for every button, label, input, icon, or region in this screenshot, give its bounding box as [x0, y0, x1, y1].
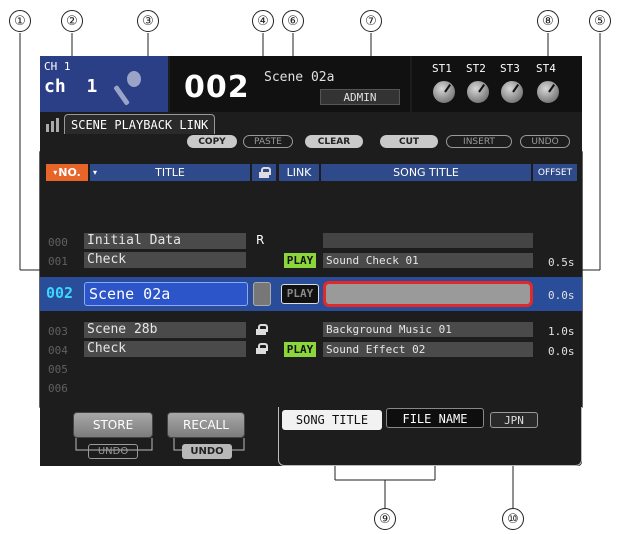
- clear-button[interactable]: CLEAR: [305, 135, 363, 148]
- cut-button[interactable]: CUT: [380, 135, 438, 148]
- scene-number: 001: [48, 255, 68, 268]
- tab-scene-playback-link[interactable]: SCENE PLAYBACK LINK: [64, 114, 216, 134]
- callout-3: ③: [137, 10, 159, 32]
- channel-box[interactable]: CH 1 ch 1: [40, 56, 168, 112]
- meter-icon: [46, 118, 59, 132]
- undo-button[interactable]: UNDO: [520, 135, 570, 148]
- callout-7: ⑦: [360, 10, 382, 32]
- callout-10: ⑩: [502, 508, 524, 530]
- channel-name-number: 1: [86, 76, 98, 97]
- scene-lock-toggle[interactable]: [253, 282, 271, 306]
- offset-value[interactable]: 1.0s: [548, 325, 575, 338]
- song-title-field[interactable]: Sound Check 01: [323, 253, 533, 268]
- channel-prefix: CH: [44, 60, 58, 73]
- file-name-display-button[interactable]: FILE NAME: [386, 408, 484, 428]
- channel-number: 1: [63, 60, 71, 73]
- song-title-field[interactable]: [323, 233, 533, 248]
- offset-value[interactable]: 0.5s: [548, 256, 575, 269]
- insert-button[interactable]: INSERT: [446, 135, 512, 148]
- callout-4: ④: [252, 10, 274, 32]
- store-undo-button[interactable]: UNDO: [88, 444, 138, 459]
- scene-title-field-selected[interactable]: Scene 02a: [84, 282, 248, 306]
- no-column-header[interactable]: ▾ NO.: [46, 164, 88, 181]
- title-column-header[interactable]: ▾ TITLE: [90, 164, 250, 181]
- microphone-icon: [114, 71, 141, 105]
- st1-knob[interactable]: [432, 80, 456, 104]
- st3-knob[interactable]: [500, 80, 524, 104]
- scene-number: 004: [48, 344, 68, 357]
- callout-8: ⑧: [537, 10, 559, 32]
- callout-6: ⑥: [282, 10, 304, 32]
- scene-number-selected: 002: [46, 284, 74, 302]
- song-title-field-editing[interactable]: [323, 281, 533, 307]
- paste-button[interactable]: PASTE: [243, 135, 293, 148]
- st1-label: ST1: [432, 62, 452, 75]
- scene-number: 006: [48, 382, 68, 395]
- lock-column-header[interactable]: [252, 164, 276, 181]
- song-title-column-header: SONG TITLE: [321, 164, 531, 181]
- read-only-flag: R: [256, 233, 265, 247]
- st4-knob[interactable]: [536, 80, 560, 104]
- callout-5: ⑤: [589, 10, 611, 32]
- callout-2: ②: [61, 10, 83, 32]
- st4-label: ST4: [536, 62, 556, 75]
- callout-9: ⑨: [374, 508, 396, 530]
- scene-name-display: Scene 02a: [264, 70, 335, 85]
- jpn-button[interactable]: JPN: [490, 412, 538, 428]
- scene-number-display: 002: [184, 70, 250, 105]
- offset-column-header: OFFSET: [533, 164, 577, 181]
- store-button[interactable]: STORE: [73, 412, 153, 438]
- scene-header[interactable]: 002 Scene 02a ADMIN: [170, 56, 410, 112]
- song-title-field[interactable]: Sound Effect 02: [323, 342, 533, 357]
- st3-label: ST3: [500, 62, 520, 75]
- play-link-toggle[interactable]: PLAY: [281, 284, 319, 304]
- song-title-display-button[interactable]: SONG TITLE: [282, 410, 382, 430]
- song-title-field[interactable]: Background Music 01: [323, 322, 533, 337]
- copy-button[interactable]: COPY: [187, 135, 237, 148]
- offset-value[interactable]: 0.0s: [548, 345, 575, 358]
- play-link-badge[interactable]: PLAY: [284, 253, 316, 268]
- scene-number: 000: [48, 236, 68, 249]
- recall-undo-button[interactable]: UNDO: [182, 444, 232, 459]
- lock-icon: [256, 343, 268, 354]
- lock-icon: [259, 167, 271, 178]
- play-link-badge[interactable]: PLAY: [284, 342, 316, 357]
- scene-title-field[interactable]: Initial Data: [84, 233, 246, 249]
- st2-label: ST2: [466, 62, 486, 75]
- st2-knob[interactable]: [466, 80, 490, 104]
- scene-title-field[interactable]: Check: [84, 341, 246, 357]
- scene-number: 003: [48, 325, 68, 338]
- callout-1: ①: [9, 10, 31, 32]
- lock-icon: [256, 324, 268, 335]
- user-display: ADMIN: [320, 89, 400, 105]
- scene-title-field[interactable]: Scene 28b: [84, 322, 246, 338]
- channel-name-prefix: ch: [44, 76, 66, 97]
- recall-button[interactable]: RECALL: [167, 412, 245, 438]
- scene-title-field[interactable]: Check: [84, 252, 246, 268]
- offset-value[interactable]: 0.0s: [548, 289, 575, 302]
- link-column-header: LINK: [279, 164, 319, 181]
- scene-number: 005: [48, 363, 68, 376]
